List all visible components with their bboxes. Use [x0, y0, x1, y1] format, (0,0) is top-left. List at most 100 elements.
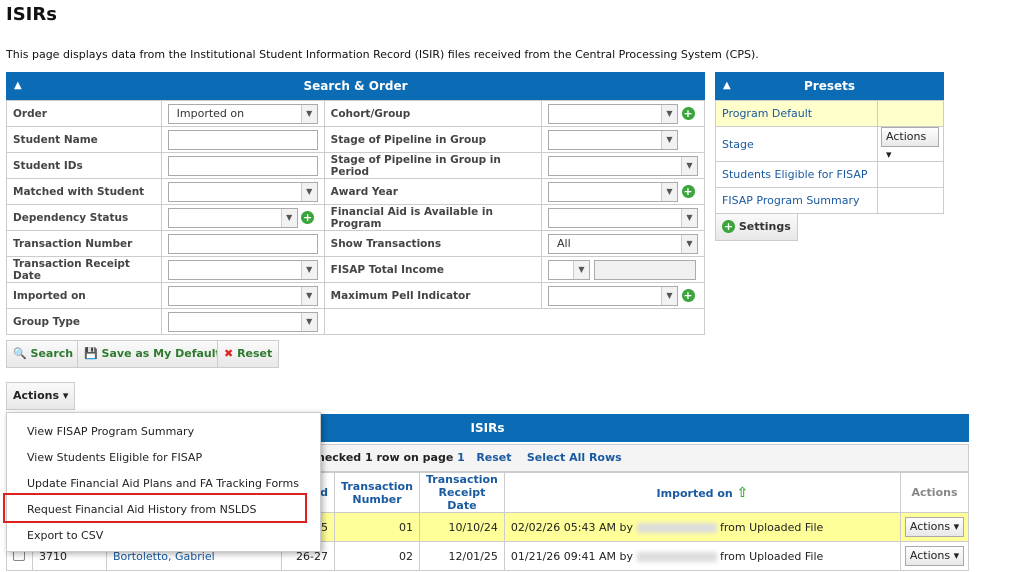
imported-on-label: Imported on [6, 282, 162, 309]
stage-period-select[interactable]: ▼ [548, 155, 698, 176]
presets-panel-header[interactable]: ▲ Presets [715, 72, 944, 100]
add-award-year-icon[interactable]: + [681, 184, 695, 198]
student-ids-label: Student IDs [6, 152, 162, 179]
settings-button[interactable]: + Settings [715, 213, 798, 241]
transaction-receipt-select[interactable]: ▼ [167, 259, 318, 280]
cohort-select[interactable]: ▼ [548, 103, 678, 124]
preset-students-eligible[interactable]: Students Eligible for FISAP [715, 161, 878, 188]
show-transactions-select[interactable]: All ▼ [548, 233, 698, 254]
col-receipt-date-header[interactable]: Transaction Receipt Date [419, 472, 505, 513]
col-actions-header: Actions [900, 472, 969, 513]
student-name-label: Student Name [6, 126, 162, 153]
transaction-number-label: Transaction Number [6, 230, 162, 257]
add-dependency-icon[interactable]: + [301, 210, 315, 224]
search-form: Order Imported on ▼ Cohort/Group ▼ + Stud… [6, 100, 706, 335]
stage-select[interactable]: ▼ [548, 129, 678, 150]
caret-down-icon: ▾ [62, 389, 69, 402]
order-select[interactable]: Imported on ▼ [167, 103, 318, 124]
actions-dropdown-menu: View FISAP Program Summary View Students… [6, 412, 321, 552]
student-ids-input[interactable] [167, 155, 318, 176]
caret-down-icon: ▾ [953, 520, 960, 533]
add-pell-icon[interactable]: + [681, 288, 695, 302]
stage-period-label: Stage of Pipeline in Group in Period [323, 152, 543, 179]
award-year-label: Award Year [323, 178, 543, 205]
transaction-receipt-label: Transaction Receipt Date [6, 256, 162, 283]
fa-available-label: Financial Aid is Available in Program [323, 204, 543, 231]
chevron-down-icon: ▼ [280, 208, 297, 227]
matched-label: Matched with Student [6, 178, 162, 205]
collapse-caret-icon[interactable]: ▲ [723, 72, 731, 100]
sort-up-arrow-icon: ⇧ [736, 484, 749, 501]
fisap-income-input[interactable] [593, 259, 696, 280]
preset-program-default[interactable]: Program Default [715, 100, 878, 127]
show-transactions-label: Show Transactions [323, 230, 543, 257]
award-year-select[interactable]: ▼ [548, 181, 678, 202]
col-transaction-number-header[interactable]: Transaction Number [334, 472, 420, 513]
imported-cell: 01/21/26 09:41 AM by from Uploaded File [503, 541, 902, 571]
pell-label: Maximum Pell Indicator [323, 282, 543, 309]
cohort-label: Cohort/Group [323, 100, 543, 127]
menu-item-view-students-eligible[interactable]: View Students Eligible for FISAP [7, 445, 320, 471]
caret-down-icon: ▾ [953, 549, 960, 562]
actions-menu-button[interactable]: Actions ▾ [6, 382, 76, 410]
chevron-down-icon: ▼ [300, 260, 317, 279]
floppy-disk-icon: 💾 [84, 347, 98, 360]
chevron-down-icon: ▼ [300, 182, 317, 201]
chevron-down-icon: ▼ [661, 104, 677, 123]
menu-item-export-csv[interactable]: Export to CSV [7, 523, 320, 549]
fisap-operator-select[interactable]: ▼ [548, 259, 590, 280]
imported-cell: 02/02/26 05:43 AM by from Uploaded File [503, 512, 902, 542]
red-x-icon: ✖ [224, 347, 234, 360]
preset-actions-button[interactable]: Actions ▾ [881, 127, 939, 161]
add-cohort-icon[interactable]: + [681, 106, 695, 120]
preset-fisap-summary[interactable]: FISAP Program Summary [715, 187, 878, 214]
collapse-caret-icon[interactable]: ▲ [14, 72, 22, 100]
group-type-label: Group Type [6, 308, 162, 335]
pell-select[interactable]: ▼ [548, 285, 678, 306]
chevron-down-icon: ▼ [681, 208, 697, 227]
chevron-down-icon: ▼ [300, 104, 317, 123]
student-name-input[interactable] [167, 129, 318, 150]
plus-circle-icon: + [722, 220, 735, 233]
menu-item-view-fisap-summary[interactable]: View FISAP Program Summary [7, 419, 320, 445]
group-type-select[interactable]: ▼ [167, 311, 318, 332]
row-actions-button[interactable]: Actions ▾ [904, 546, 965, 566]
matched-select[interactable]: ▼ [167, 181, 318, 202]
chevron-down-icon: ▼ [681, 156, 697, 175]
col-imported-on-header[interactable]: Imported on ⇧ [503, 472, 902, 513]
redacted-user [636, 522, 717, 533]
chevron-down-icon: ▼ [300, 312, 317, 331]
chevron-down-icon: ▼ [300, 286, 317, 305]
selection-page-number: 1 [457, 451, 465, 464]
selection-text: hecked 1 row on page [317, 451, 454, 464]
page-description: This page displays data from the Institu… [6, 48, 759, 61]
reset-selection-link[interactable]: Reset [476, 451, 511, 464]
chevron-down-icon: ▼ [661, 286, 677, 305]
transaction-number-input[interactable] [167, 233, 318, 254]
presets-list: Program Default Stage Actions ▾ Students… [715, 100, 944, 214]
dependency-select[interactable]: ▼ [167, 207, 298, 228]
dependency-label: Dependency Status [6, 204, 162, 231]
chevron-down-icon: ▼ [661, 130, 677, 149]
search-button[interactable]: 🔍 Search [6, 340, 81, 368]
highlight-box [3, 493, 307, 523]
page-title: ISIRs [6, 4, 57, 25]
chevron-down-icon: ▼ [573, 260, 589, 279]
row-actions-button[interactable]: Actions ▾ [904, 517, 965, 537]
select-all-rows-link[interactable]: Select All Rows [527, 451, 622, 464]
preset-stage[interactable]: Stage [715, 126, 878, 162]
chevron-down-icon: ▼ [661, 182, 677, 201]
search-panel-header[interactable]: ▲ Search & Order [6, 72, 705, 100]
caret-down-icon: ▾ [886, 148, 892, 161]
isirs-grid-title: ISIRs [470, 421, 505, 435]
chevron-down-icon: ▼ [681, 234, 697, 253]
reset-button[interactable]: ✖ Reset [217, 340, 280, 368]
save-default-button[interactable]: 💾 Save as My Default [77, 340, 228, 368]
magnifier-icon: 🔍 [13, 347, 27, 360]
fisap-income-label: FISAP Total Income [323, 256, 543, 283]
redacted-user [636, 551, 717, 562]
stage-label: Stage of Pipeline in Group [323, 126, 543, 153]
fa-available-select[interactable]: ▼ [548, 207, 698, 228]
order-label: Order [6, 100, 162, 127]
imported-on-select[interactable]: ▼ [167, 285, 318, 306]
